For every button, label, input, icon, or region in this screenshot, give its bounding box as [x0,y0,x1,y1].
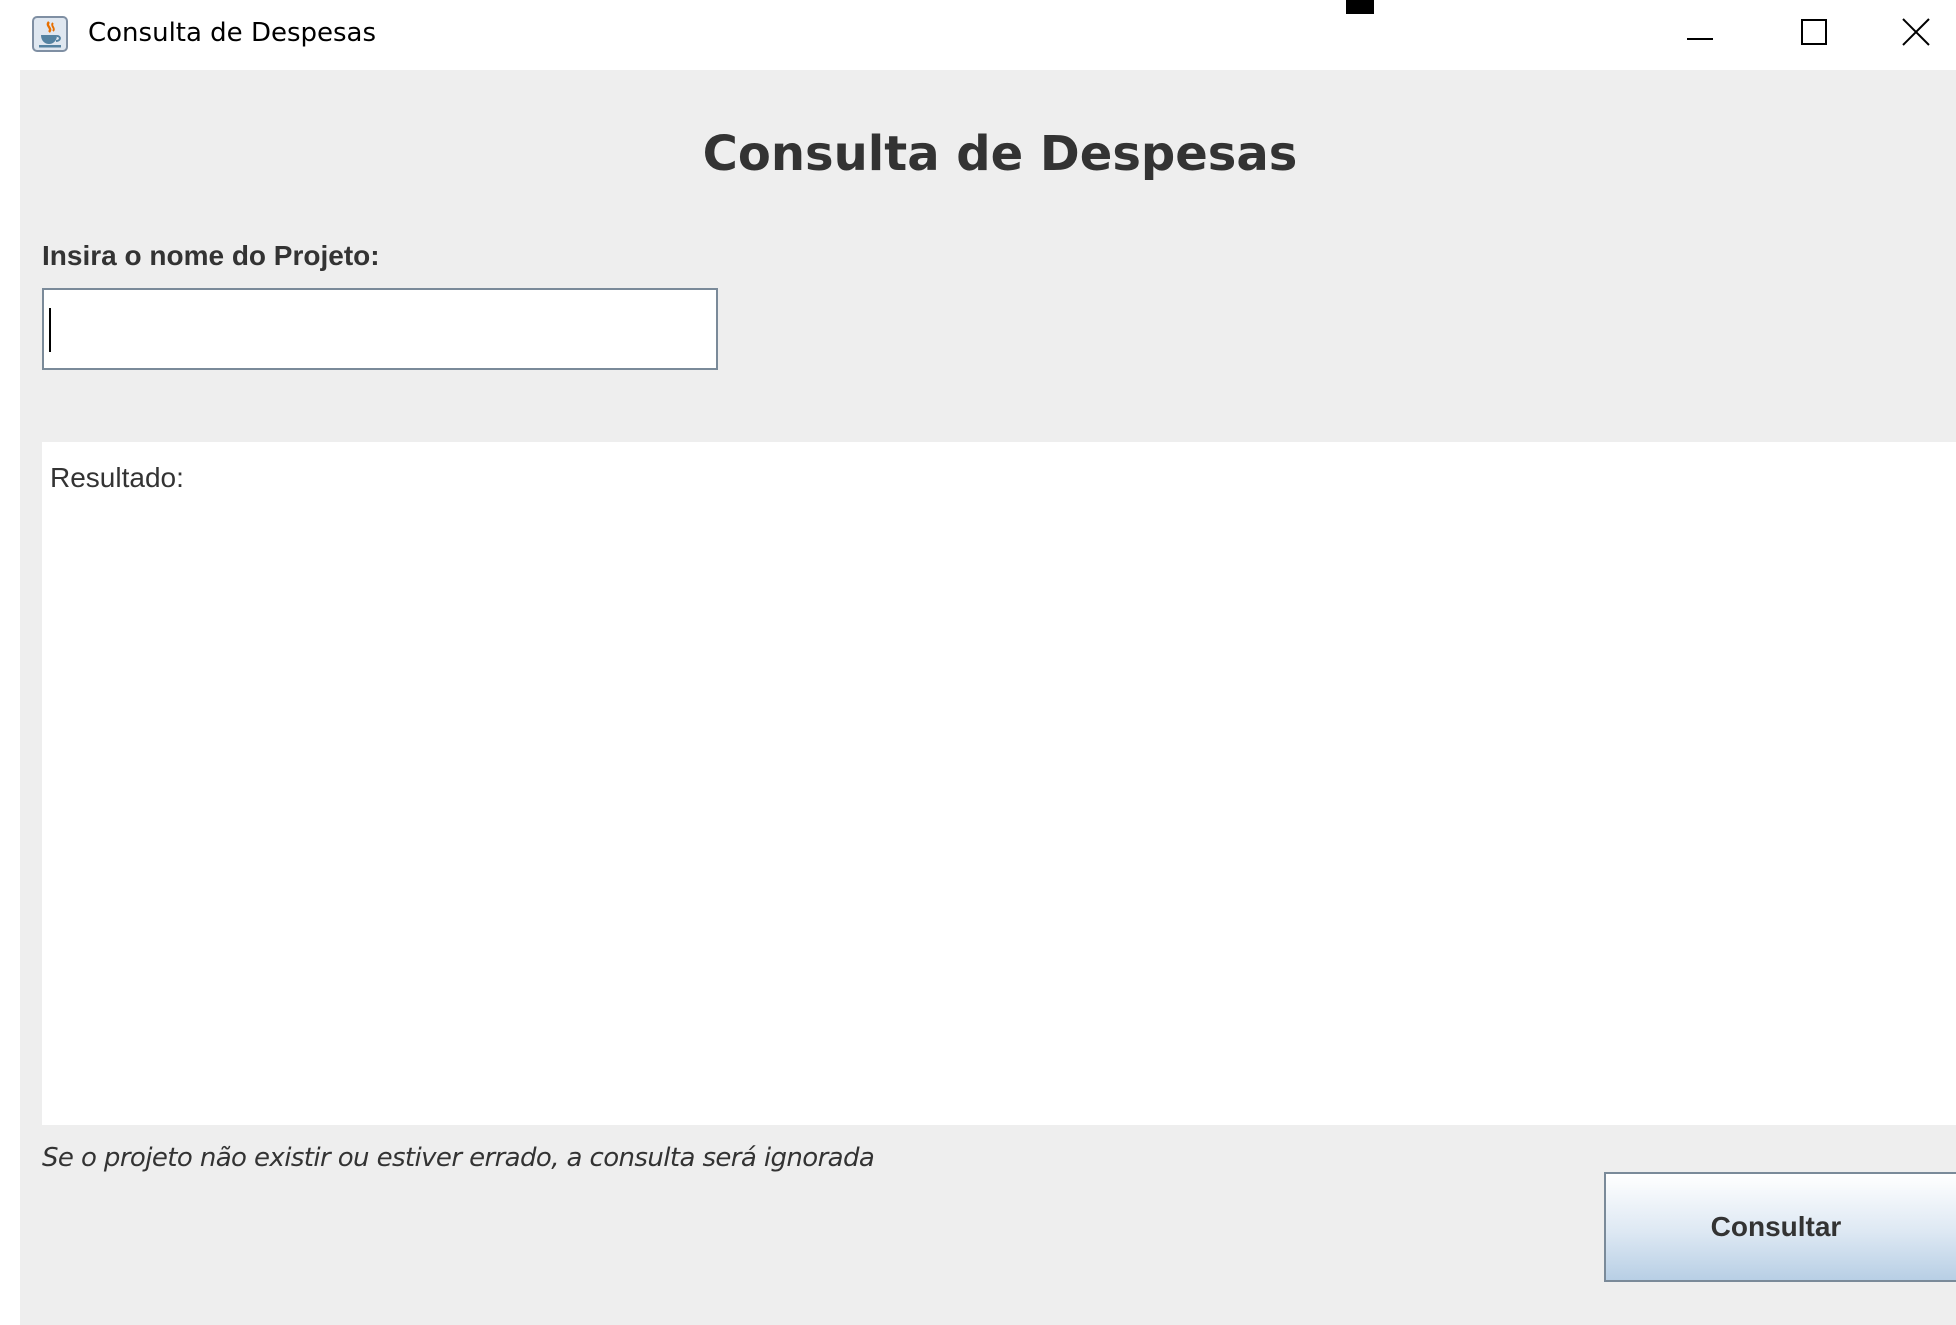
title-bar-mark [1346,0,1374,14]
result-text-area[interactable]: Resultado: [42,442,1956,1125]
hint-text: Se o projeto não existir ou estiver erra… [42,1143,875,1173]
window-title: Consulta de Despesas [88,18,377,48]
maximize-button[interactable] [1768,0,1860,64]
minimize-icon [1687,38,1713,40]
text-caret [49,308,51,352]
title-bar[interactable]: Consulta de Despesas [0,0,1956,70]
consultar-button[interactable]: Consultar [1604,1172,1956,1282]
page-heading: Consulta de Despesas [702,126,1298,182]
project-name-label: Insira o nome do Projeto: [42,240,380,271]
close-icon [1902,18,1930,46]
close-button[interactable] [1870,0,1956,64]
minimize-button[interactable] [1654,0,1746,64]
project-name-input[interactable] [42,288,718,370]
maximize-icon [1801,19,1827,45]
java-app-icon [32,16,68,52]
